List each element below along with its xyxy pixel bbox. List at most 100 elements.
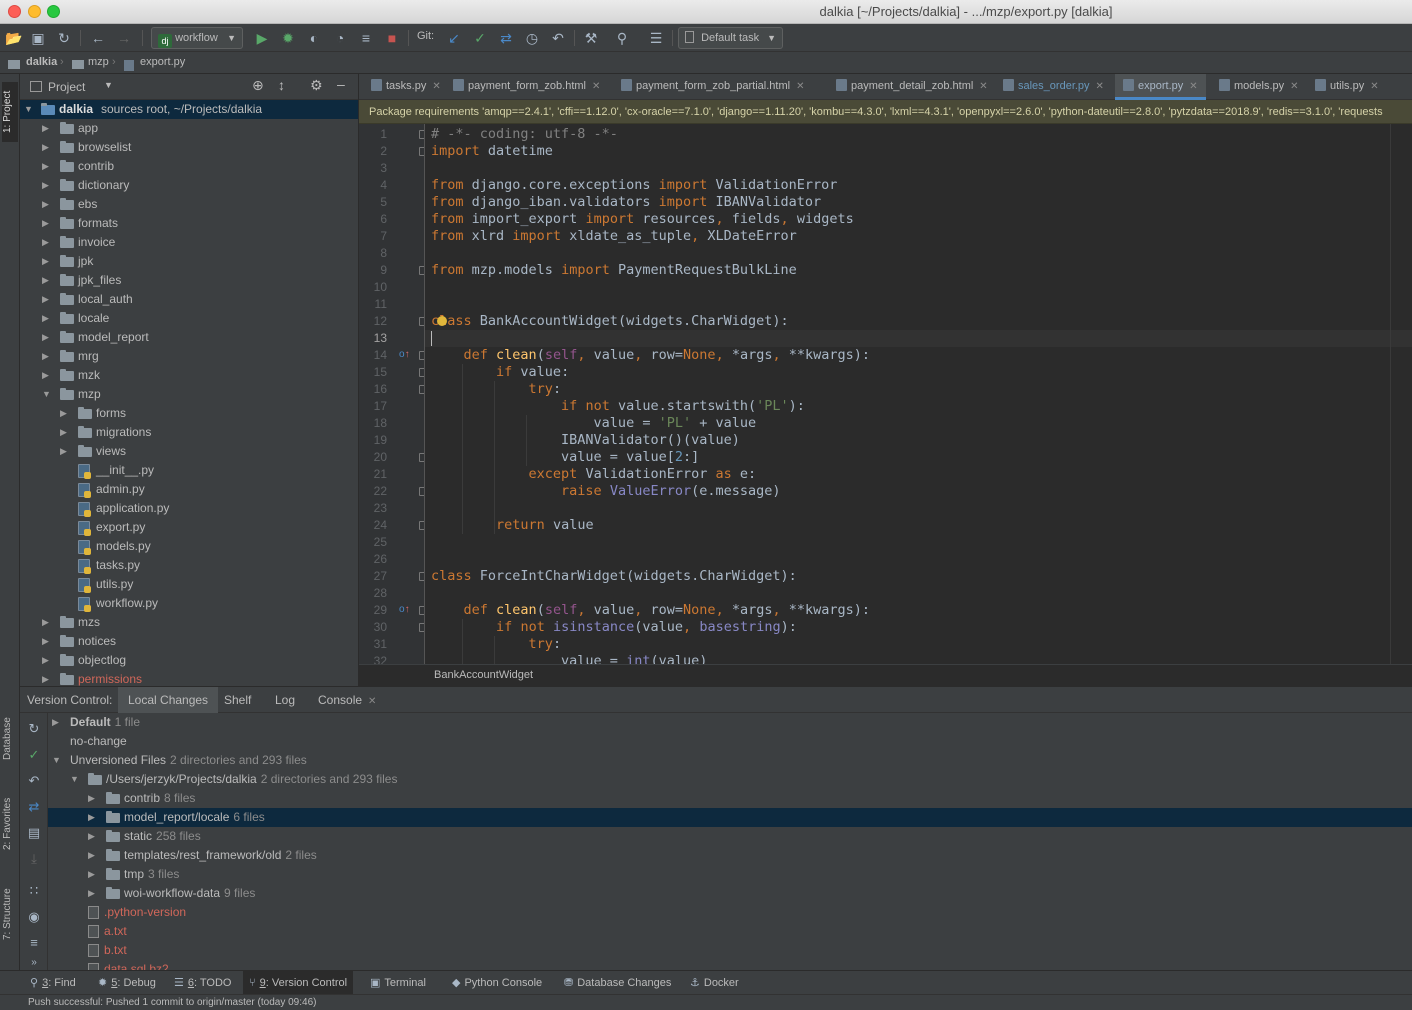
tree-root[interactable]: ▼ dalkia sources root, ~/Projects/dalkia xyxy=(20,100,358,119)
tree-item[interactable]: models.py xyxy=(20,537,358,556)
code-editor[interactable]: # -*- coding: utf-8 -*- import datetime fr… xyxy=(425,124,1412,664)
tree-item[interactable]: ▶ browselist xyxy=(20,138,358,157)
project-view-select[interactable]: Project xyxy=(48,80,85,94)
project-tool-tab[interactable]: 1: Project xyxy=(2,82,18,142)
task-select[interactable]: Default task ▼ xyxy=(678,27,783,49)
editor-tab[interactable]: tasks.py ✕ xyxy=(363,74,449,100)
close-icon[interactable]: ✕ xyxy=(1370,81,1378,92)
tab-console[interactable]: Console ✕ xyxy=(308,687,386,713)
chevron-right-icon[interactable]: ▶ xyxy=(88,827,98,846)
tree-item[interactable]: ▶ ebs xyxy=(20,195,358,214)
chevron-right-icon[interactable]: ▶ xyxy=(88,865,98,884)
git-compare-icon[interactable]: ⇄ xyxy=(496,28,516,48)
run-icon[interactable]: ▶ xyxy=(252,28,272,48)
editor-tab[interactable]: payment_form_zob.html ✕ xyxy=(445,74,608,100)
chevron-right-icon[interactable]: ▶ xyxy=(42,214,52,233)
chevron-right-icon[interactable]: ▶ xyxy=(88,846,98,865)
intention-bulb-icon[interactable] xyxy=(437,316,447,326)
override-method-icon[interactable]: o↑ xyxy=(399,604,410,615)
package-requirements-banner[interactable]: Package requirements 'amqp==2.4.1', 'cff… xyxy=(359,100,1412,124)
chevron-right-icon[interactable]: ▶ xyxy=(42,195,52,214)
tree-item[interactable]: ▶ objectlog xyxy=(20,651,358,670)
changes-tree-row[interactable]: ▼ Unversioned Files 2 directories and 293 … xyxy=(48,751,1412,770)
tree-item[interactable]: ▶ app xyxy=(20,119,358,138)
chevron-right-icon[interactable]: ▶ xyxy=(42,613,52,632)
editor-tab[interactable]: payment_form_zob_partial.html ✕ xyxy=(613,74,812,100)
diff-icon[interactable]: ⇄ xyxy=(26,799,42,815)
debug-icon[interactable]: ✹ xyxy=(278,28,298,48)
changes-tree-row[interactable]: ▶ tmp 3 files xyxy=(48,865,1412,884)
profile-icon[interactable]: ◔ xyxy=(330,28,350,48)
tree-item[interactable]: ▶ migrations xyxy=(20,423,358,442)
chevron-right-icon[interactable]: ▶ xyxy=(42,271,52,290)
changes-tree-row[interactable]: ▶ static 258 files xyxy=(48,827,1412,846)
tree-item[interactable]: ▶ model_report xyxy=(20,328,358,347)
save-icon[interactable]: ▣ xyxy=(28,28,48,48)
chevron-down-icon[interactable]: ▼ xyxy=(52,751,62,770)
tool-window-button[interactable]: ⚓ Docker xyxy=(684,971,745,995)
changes-tree-row[interactable]: ▼ /Users/jerzyk/Projects/dalkia 2 director… xyxy=(48,770,1412,789)
chevron-right-icon[interactable]: ▶ xyxy=(52,713,62,732)
tool-window-button[interactable]: ☰ 6: TODO xyxy=(168,971,238,995)
tool-window-button[interactable]: ⛃ Database Changes xyxy=(558,971,677,995)
tree-item[interactable]: ▶ notices xyxy=(20,632,358,651)
sync-icon[interactable]: ↻ xyxy=(54,28,74,48)
chevron-right-icon[interactable]: ▶ xyxy=(42,290,52,309)
chevron-right-icon[interactable]: ▶ xyxy=(42,347,52,366)
structure-tool-tab[interactable]: 7: Structure xyxy=(2,874,18,954)
chevron-right-icon[interactable]: ▶ xyxy=(42,670,52,686)
chevron-down-icon[interactable]: ▼ xyxy=(42,385,52,404)
tree-item[interactable]: ▼ mzp xyxy=(20,385,358,404)
history-icon[interactable]: ◷ xyxy=(522,28,542,48)
rollback-icon[interactable]: ↶ xyxy=(26,773,42,789)
back-arrow-icon[interactable]: ← xyxy=(88,28,108,48)
tool-window-button[interactable]: ◆ Python Console xyxy=(446,971,548,995)
chevron-down-icon[interactable]: ▼ xyxy=(70,770,80,789)
tree-item[interactable]: admin.py xyxy=(20,480,358,499)
close-icon[interactable]: ✕ xyxy=(368,696,376,707)
tool-window-button[interactable]: ▣ Terminal xyxy=(364,971,432,995)
wrench-icon[interactable]: ⚒ xyxy=(581,28,601,48)
search-icon[interactable]: ⚲ xyxy=(612,28,632,48)
changes-tree-row[interactable]: ▶ woi-workflow-data 9 files xyxy=(48,884,1412,903)
tree-item[interactable]: ▶ jpk xyxy=(20,252,358,271)
changes-tree-row[interactable]: b.txt xyxy=(48,941,1412,960)
hide-panel-icon[interactable]: – xyxy=(337,76,345,92)
forward-arrow-icon[interactable]: → xyxy=(114,28,134,48)
revert-icon[interactable]: ↶ xyxy=(548,28,568,48)
git-update-icon[interactable]: ↙ xyxy=(444,28,464,48)
coverage-icon[interactable]: ◐ xyxy=(304,28,324,48)
tool-window-button[interactable]: ⑂ 9: Version Control xyxy=(243,971,354,995)
editor-tab[interactable]: payment_detail_zob.html ✕ xyxy=(828,74,996,100)
close-icon[interactable]: ✕ xyxy=(1290,81,1298,92)
tree-item[interactable]: ▶ views xyxy=(20,442,358,461)
tree-item[interactable]: ▶ mrg xyxy=(20,347,358,366)
chevron-right-icon[interactable]: ▶ xyxy=(88,884,98,903)
changes-tree-row[interactable]: no-change xyxy=(48,732,1412,751)
open-folder-icon[interactable]: 📂 xyxy=(4,28,24,48)
tree-item[interactable]: ▶ local_auth xyxy=(20,290,358,309)
chevron-right-icon[interactable]: ▶ xyxy=(88,789,98,808)
tab-local-changes[interactable]: Local Changes xyxy=(118,687,219,713)
chevron-right-icon[interactable]: ▶ xyxy=(42,119,52,138)
commit-check-icon[interactable]: ✓ xyxy=(26,747,42,763)
chevron-right-icon[interactable]: ▶ xyxy=(60,404,70,423)
changes-tree-row[interactable]: ▶ templates/rest_framework/old 2 files xyxy=(48,846,1412,865)
chevron-right-icon[interactable]: ▶ xyxy=(42,309,52,328)
tree-item[interactable]: ▶ jpk_files xyxy=(20,271,358,290)
expand-all-icon[interactable]: ≡ xyxy=(26,935,42,950)
chevron-right-icon[interactable]: ▶ xyxy=(42,176,52,195)
git-commit-icon[interactable]: ✓ xyxy=(470,28,490,48)
close-icon[interactable]: ✕ xyxy=(592,81,600,92)
editor-tab[interactable]: models.py ✕ xyxy=(1211,74,1307,100)
tree-item[interactable]: workflow.py xyxy=(20,594,358,613)
chevron-right-icon[interactable]: ▶ xyxy=(42,651,52,670)
shelve-icon[interactable]: ⤓ xyxy=(26,851,42,867)
changes-tree-row[interactable]: ▶ Default 1 file xyxy=(48,713,1412,732)
changes-tree-row[interactable]: data.sql.bz2 xyxy=(48,960,1412,970)
chevron-right-icon[interactable]: ▶ xyxy=(42,366,52,385)
run-config-select[interactable]: dj workflow ▼ xyxy=(151,27,243,49)
run-concurrency-icon[interactable]: ≡ xyxy=(356,28,376,48)
close-icon[interactable]: ✕ xyxy=(1096,81,1104,92)
changes-tree-row[interactable]: a.txt xyxy=(48,922,1412,941)
